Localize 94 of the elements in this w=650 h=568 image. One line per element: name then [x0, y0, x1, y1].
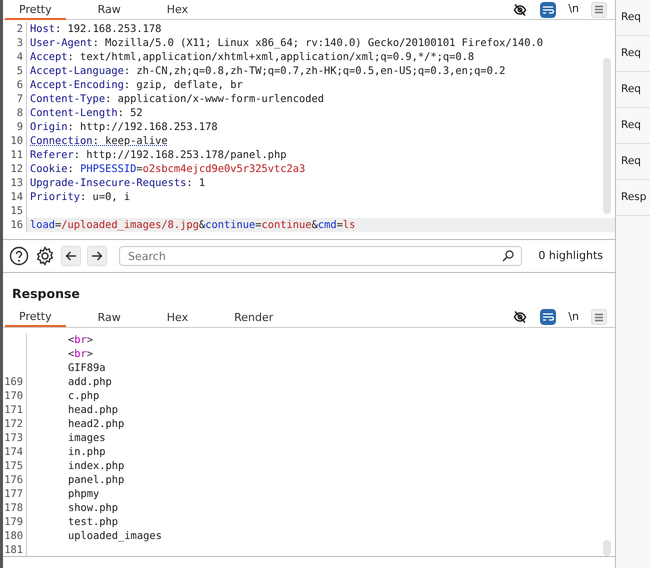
- line-number: 4: [3, 50, 27, 64]
- line-number: 176: [3, 472, 27, 487]
- highlight-count: 0 highlights: [538, 248, 603, 264]
- code-line: panel.php: [67, 472, 124, 487]
- tab[interactable]: Pretty: [5, 0, 66, 20]
- line-number: 6: [3, 78, 27, 92]
- line-number: 178: [3, 500, 27, 515]
- tab[interactable]: Hex: [152, 307, 202, 328]
- line-number: 173: [3, 430, 27, 445]
- line-number: 171: [3, 402, 27, 417]
- wrap-lines-button[interactable]: [540, 2, 556, 18]
- tab[interactable]: Render: [220, 307, 288, 328]
- code-line: <br>: [67, 332, 94, 347]
- line-number: 2: [3, 22, 27, 36]
- hide-button[interactable]: [512, 309, 528, 326]
- settings-icon[interactable]: [35, 246, 55, 266]
- line-number: 5: [3, 64, 27, 78]
- newline-button[interactable]: \n: [568, 309, 579, 326]
- wrap-icon: [542, 4, 554, 14]
- line-number: 179: [3, 514, 27, 529]
- code-line: Host: 192.168.253.178: [29, 22, 162, 36]
- menu-icon: [594, 312, 604, 322]
- line-number: 180: [3, 528, 27, 543]
- code-row: 10 Connection: keep-alive: [3, 134, 615, 148]
- help-icon[interactable]: [9, 246, 29, 266]
- code-line: Priority: u=0, i: [29, 190, 130, 204]
- code-line: in.php: [67, 444, 106, 459]
- scrollbar[interactable]: [603, 58, 611, 214]
- code-line: Origin: http://192.168.253.178: [29, 120, 218, 134]
- code-line: Accept-Language: zh-CN,zh;q=0.8,zh-TW;q=0.7,zh-HK;q=0.5,en-US;q=0.3,en;q=0.2: [29, 64, 506, 78]
- line-number: 170: [3, 388, 27, 403]
- wrap-icon: [542, 312, 554, 322]
- code-line: head2.php: [67, 416, 124, 431]
- menu-icon: [594, 5, 604, 14]
- code-line: head.php: [67, 402, 118, 417]
- line-number: 11: [3, 148, 27, 162]
- line-number: 15: [3, 204, 27, 218]
- newline-button[interactable]: \n: [568, 1, 579, 18]
- search-icon: [502, 250, 514, 262]
- wrap-lines-button[interactable]: [540, 309, 556, 326]
- code-line: User-Agent: Mozilla/5.0 (X11; Linux x86_64; rv:140.0) Gecko/20100101 Firefox/140.0: [29, 36, 543, 50]
- line-number: 10: [3, 134, 27, 148]
- menu-button[interactable]: [591, 2, 607, 18]
- arrow-left-icon: [65, 250, 77, 262]
- code-line: Accept: text/html,application/xhtml+xml,application/xml;q=0.9,*/*;q=0.8: [29, 50, 474, 64]
- line-number: 3: [3, 36, 27, 50]
- panel-title: Response: [11, 285, 81, 303]
- back-button[interactable]: [61, 246, 81, 266]
- code-line: Upgrade-Insecure-Requests: 1: [29, 176, 206, 190]
- code-line: GIF89a: [67, 360, 106, 375]
- hide-button[interactable]: [512, 2, 528, 18]
- tab[interactable]: Hex: [152, 0, 202, 20]
- code-line: images: [67, 430, 106, 445]
- forward-button[interactable]: [87, 246, 107, 266]
- code-line: index.php: [67, 458, 124, 473]
- line-number: 175: [3, 458, 27, 473]
- search-field[interactable]: Search: [119, 246, 522, 266]
- tab[interactable]: Raw: [84, 307, 135, 328]
- eye-slash-icon: [513, 2, 528, 16]
- code-line: add.php: [67, 374, 112, 389]
- code-line: c.php: [67, 388, 100, 403]
- code-line: <br>: [67, 346, 94, 361]
- line-number: 181: [3, 542, 27, 557]
- sidebar-item[interactable]: Resp: [616, 180, 650, 216]
- sidebar-item[interactable]: Req: [616, 36, 650, 72]
- scrollbar[interactable]: [603, 540, 611, 556]
- eye-slash-icon: [513, 310, 528, 324]
- code-line: Accept-Encoding: gzip, deflate, br: [29, 78, 243, 92]
- sidebar-item[interactable]: Req: [616, 0, 650, 36]
- tab[interactable]: Raw: [84, 0, 135, 20]
- line-number: 14: [3, 190, 27, 204]
- line-number: 172: [3, 416, 27, 431]
- code-line: Content-Length: 52: [29, 106, 143, 120]
- menu-button[interactable]: [591, 309, 607, 326]
- code-line: Content-Type: application/x-www-form-urlencoded: [29, 92, 324, 106]
- line-number: 12: [3, 162, 27, 176]
- line-number: 177: [3, 486, 27, 501]
- line-number: 8: [3, 106, 27, 120]
- code-line: Cookie: PHPSESSID=o2sbcm4ejcd9e0v5r325vtc2a3: [29, 162, 306, 176]
- code-line: uploaded_images: [67, 528, 162, 543]
- line-number: 7: [3, 92, 27, 106]
- line-number: 9: [3, 120, 27, 134]
- code-line: show.php: [67, 500, 118, 515]
- code-line: test.php: [67, 514, 118, 529]
- sidebar-item[interactable]: Req: [616, 144, 650, 180]
- code-line: Referer: http://192.168.253.178/panel.php: [29, 148, 286, 162]
- arrow-right-icon: [91, 250, 103, 262]
- line-number: 169: [3, 374, 27, 389]
- tab[interactable]: Pretty: [5, 307, 66, 328]
- sidebar-item[interactable]: Req: [616, 108, 650, 144]
- code-line: phpmy: [67, 486, 100, 501]
- line-number: 174: [3, 444, 27, 459]
- line-number: 13: [3, 176, 27, 190]
- sidebar-item[interactable]: Req: [616, 72, 650, 108]
